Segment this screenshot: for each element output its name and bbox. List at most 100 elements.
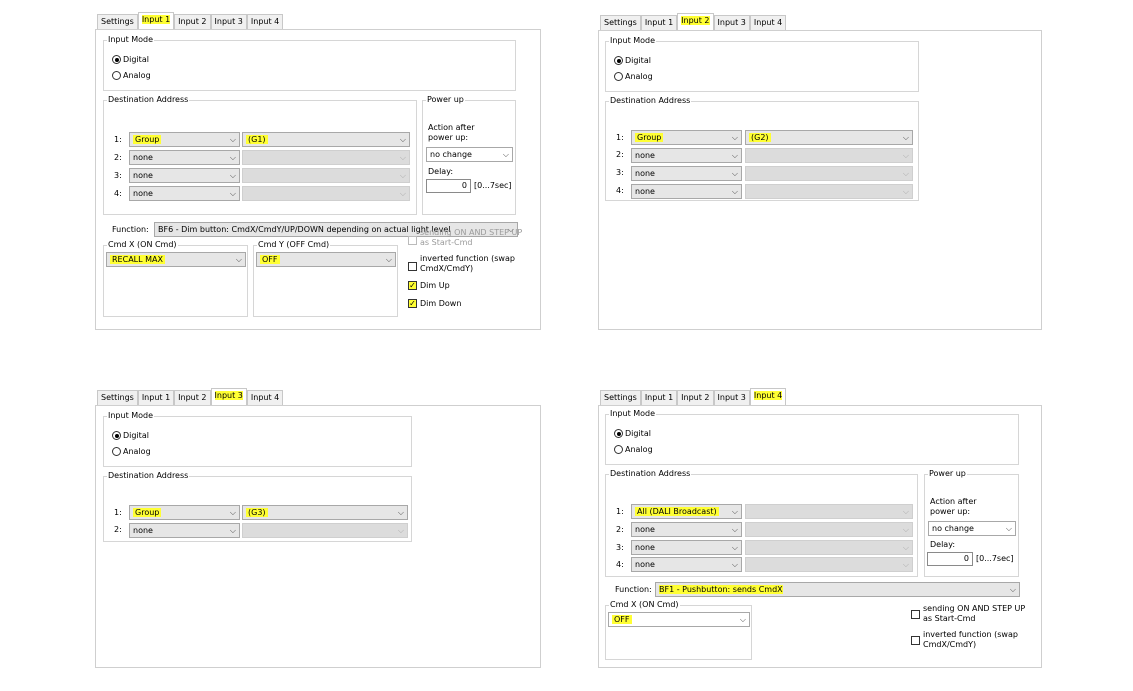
dest-type-2-value: none — [635, 525, 655, 534]
inverted-function-checkbox[interactable] — [408, 262, 417, 271]
tab-input-3[interactable]: Input 3 — [210, 388, 247, 405]
dest-type-1[interactable]: All (DALI Broadcast) ⌵ — [631, 504, 742, 519]
radio-digital-label: Digital — [625, 429, 651, 438]
radio-digital[interactable]: Digital — [112, 431, 149, 440]
tab-input-3[interactable]: Input 3 — [713, 390, 750, 405]
tab-content: Input Mode Digital Analog Destination Ad… — [95, 29, 541, 330]
chevron-down-icon: ⌵ — [902, 151, 909, 160]
chevron-down-icon: ⌵ — [399, 153, 406, 162]
radio-analog-button[interactable] — [614, 445, 623, 454]
dest-type-3[interactable]: none ⌵ — [631, 166, 742, 181]
tab-input-4[interactable]: Input 4 — [749, 15, 787, 30]
input-mode-group: Input Mode Digital Analog — [605, 409, 1019, 465]
radio-digital-button[interactable] — [614, 429, 623, 438]
row-number-4: 4: — [616, 560, 624, 569]
dest-type-1[interactable]: Group ⌵ — [631, 130, 742, 145]
tab-settings[interactable]: Settings — [97, 390, 138, 405]
radio-analog-button[interactable] — [112, 71, 121, 80]
delay-input[interactable]: 0 — [927, 552, 973, 566]
tab-input-1[interactable]: Input 1 — [640, 15, 678, 30]
tab-input-4[interactable]: Input 4 — [246, 14, 284, 29]
radio-analog-button[interactable] — [112, 447, 121, 456]
chevron-down-icon: ⌵ — [229, 526, 236, 535]
dest-type-2[interactable]: none ⌵ — [631, 522, 742, 537]
radio-digital[interactable]: Digital — [614, 56, 651, 65]
tab-input-1[interactable]: Input 1 — [640, 390, 678, 405]
row-number-3: 3: — [114, 171, 122, 180]
tab-input-1[interactable]: Input 1 — [137, 390, 175, 405]
delay-input[interactable]: 0 — [426, 179, 471, 193]
destination-group: Destination Address 1: Group ⌵ (G3) ⌵ 2: n… — [103, 471, 412, 542]
input-mode-group: Input Mode Digital Analog — [605, 36, 919, 92]
radio-digital-button[interactable] — [112, 55, 121, 64]
cmdx-select[interactable]: OFF ⌵ — [608, 612, 750, 627]
power-up-select-value: no change — [932, 524, 974, 533]
row-number-1: 1: — [616, 507, 624, 516]
chevron-down-icon: ⌵ — [399, 171, 406, 180]
dest-target-2: ⌵ — [242, 523, 408, 538]
dest-target-1[interactable]: (G3) ⌵ — [242, 505, 408, 520]
cmdy-select[interactable]: OFF ⌵ — [256, 252, 396, 267]
function-select-value: BF1 - Pushbutton: sends CmdX — [659, 585, 783, 594]
power-up-select[interactable]: no change ⌵ — [928, 521, 1016, 536]
dest-type-4[interactable]: none ⌵ — [129, 186, 240, 201]
tab-input-2[interactable]: Input 2 — [677, 13, 714, 30]
dest-type-1[interactable]: Group ⌵ — [129, 132, 240, 147]
dest-type-3-value: none — [133, 171, 153, 180]
function-select[interactable]: BF1 - Pushbutton: sends CmdX ⌵ — [655, 582, 1020, 597]
tab-input-2[interactable]: Input 2 — [174, 14, 211, 29]
radio-digital-button[interactable] — [112, 431, 121, 440]
chevron-down-icon: ⌵ — [1009, 585, 1016, 594]
dest-type-1[interactable]: Group ⌵ — [129, 505, 240, 520]
dest-type-2[interactable]: none ⌵ — [129, 523, 240, 538]
radio-analog[interactable]: Analog — [112, 447, 151, 456]
tab-input-4[interactable]: Input 4 — [246, 390, 284, 405]
tab-settings[interactable]: Settings — [600, 390, 641, 405]
tab-input-3[interactable]: Input 3 — [713, 15, 750, 30]
dest-type-1-value: Group — [133, 135, 162, 144]
radio-digital[interactable]: Digital — [112, 55, 149, 64]
dest-type-2[interactable]: none ⌵ — [129, 150, 240, 165]
dest-type-2[interactable]: none ⌵ — [631, 148, 742, 163]
tab-input-3[interactable]: Input 3 — [210, 14, 247, 29]
action-after-label: Action after — [930, 497, 977, 506]
tab-input-2[interactable]: Input 2 — [174, 390, 211, 405]
input-mode-title: Input Mode — [609, 36, 657, 45]
radio-analog[interactable]: Analog — [112, 71, 151, 80]
inverted-function-checkbox[interactable] — [911, 636, 920, 645]
dest-type-4[interactable]: none ⌵ — [631, 557, 742, 572]
radio-digital[interactable]: Digital — [614, 429, 651, 438]
sending-on-step-up-checkbox[interactable] — [911, 610, 920, 619]
dest-type-2-value: none — [635, 151, 655, 160]
power-up-label: power up: — [428, 133, 469, 142]
radio-digital-button[interactable] — [614, 56, 623, 65]
tab-input-1[interactable]: Input 1 — [137, 12, 175, 29]
dest-type-3[interactable]: none ⌵ — [129, 168, 240, 183]
chevron-down-icon: ⌵ — [229, 135, 236, 144]
tab-input-2[interactable]: Input 2 — [677, 390, 714, 405]
cmdx-select[interactable]: RECALL MAX ⌵ — [106, 252, 246, 267]
dest-target-1[interactable]: (G2) ⌵ — [745, 130, 913, 145]
tab-settings[interactable]: Settings — [600, 15, 641, 30]
destination-group: Destination Address 1: All (DALI Broadca… — [605, 469, 918, 577]
panel-input-4: Settings Input 1 Input 2 Input 3 Input 4… — [598, 388, 1042, 668]
inverted-function-label-2: CmdX/CmdY) — [420, 264, 474, 273]
dest-target-1[interactable]: (G1) ⌵ — [242, 132, 410, 147]
dest-type-4[interactable]: none ⌵ — [631, 184, 742, 199]
row-number-4: 4: — [114, 189, 122, 198]
dim-up-checkbox[interactable]: ✓ — [408, 281, 417, 290]
chevron-down-icon: ⌵ — [731, 187, 738, 196]
cmdx-group: Cmd X (ON Cmd) RECALL MAX ⌵ — [103, 240, 248, 317]
dest-type-3[interactable]: none ⌵ — [631, 540, 742, 555]
destination-group: Destination Address 1: Group ⌵ (G2) ⌵ 2: n… — [605, 96, 919, 201]
radio-analog-button[interactable] — [614, 72, 623, 81]
radio-analog[interactable]: Analog — [614, 445, 653, 454]
radio-analog[interactable]: Analog — [614, 72, 653, 81]
power-up-select[interactable]: no change ⌵ — [426, 147, 513, 162]
dest-type-1-value: All (DALI Broadcast) — [635, 507, 719, 516]
tab-input-4[interactable]: Input 4 — [749, 388, 787, 405]
input-mode-title: Input Mode — [609, 409, 657, 418]
power-up-title: Power up — [928, 469, 967, 478]
dim-down-checkbox[interactable]: ✓ — [408, 299, 417, 308]
tab-settings[interactable]: Settings — [97, 14, 138, 29]
